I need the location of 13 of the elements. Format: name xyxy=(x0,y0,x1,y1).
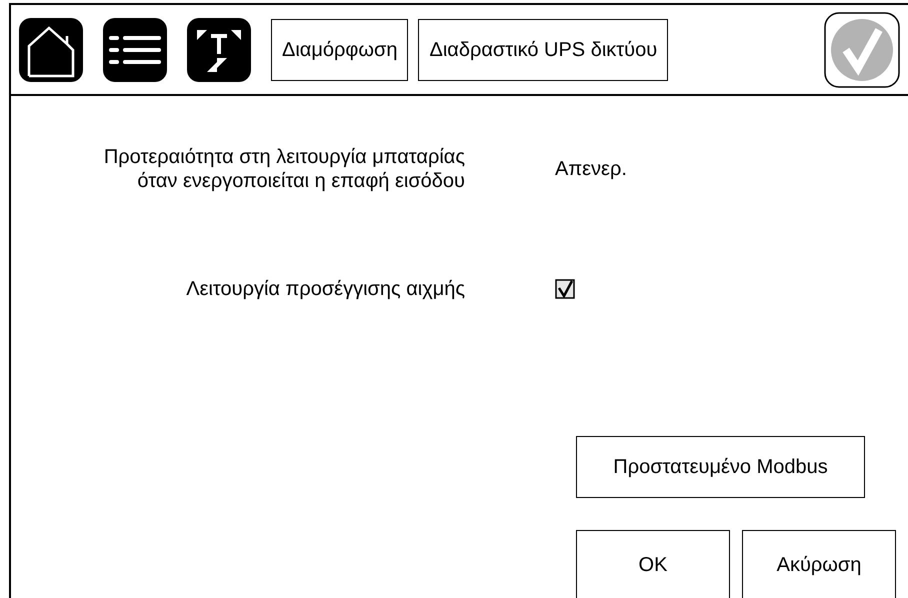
setting-label: Λειτουργία προσέγγισης αιχμής xyxy=(185,277,465,301)
setting-value: Απενερ. xyxy=(555,158,627,180)
checkbox[interactable] xyxy=(555,279,575,299)
cancel-button[interactable]: Ακύρωση xyxy=(742,530,896,598)
checkmark-icon[interactable] xyxy=(824,12,900,88)
tools-icon[interactable] xyxy=(187,18,251,82)
menu-icon[interactable] xyxy=(103,18,167,82)
modbus-button[interactable]: Προστατευμένο Modbus xyxy=(576,436,865,498)
breadcrumb-button[interactable]: Διαδραστικό UPS δικτύου xyxy=(418,18,668,80)
setting-label: Προτεραιότητα στη λειτουργία μπαταρίας όταν ενεργοποιείται η επαφή εισόδου xyxy=(102,145,465,193)
home-icon[interactable] xyxy=(19,18,83,82)
ok-button[interactable]: OK xyxy=(576,530,730,598)
breadcrumb-button[interactable]: Διαμόρφωση xyxy=(271,18,408,80)
